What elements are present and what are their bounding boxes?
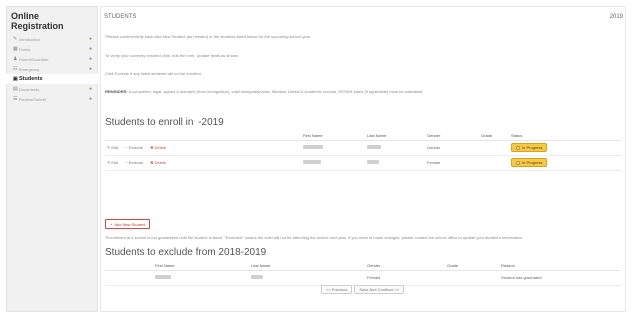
check-circle-icon: ● bbox=[88, 86, 92, 92]
gender-cell: Gender bbox=[425, 140, 479, 156]
previous-button[interactable]: << Previous bbox=[321, 285, 353, 294]
close-icon: ✖ bbox=[150, 145, 154, 150]
gender-cell: Female bbox=[365, 270, 445, 286]
sidebar-item-label: Parent/Guardian bbox=[19, 56, 49, 62]
redacted-last-name bbox=[367, 145, 381, 149]
check-circle-icon: ● bbox=[88, 66, 92, 72]
sidebar-item-forms[interactable]: ▦ Forms ● bbox=[7, 44, 97, 54]
instruction-line-2: To verify your currently enrolled child,… bbox=[105, 53, 240, 58]
sidebar-item-label: Documents bbox=[19, 86, 40, 92]
enrollment-note: *Enrollment at a school is not guarantee… bbox=[105, 235, 524, 240]
page-title: STUDENTS bbox=[104, 14, 137, 20]
grade-cell bbox=[479, 140, 509, 156]
close-icon: ✖ bbox=[150, 160, 154, 165]
reminder-label: REMINDER: bbox=[105, 89, 128, 94]
check-circle-icon: ● bbox=[88, 46, 92, 52]
sidebar-item-parent-guardian[interactable]: ♟ Parent/Guardian ● bbox=[7, 54, 97, 64]
minus-icon: − bbox=[125, 160, 128, 165]
sidebar-item-label: Students bbox=[19, 76, 43, 82]
sidebar-item-label: Review/Submit bbox=[19, 96, 46, 102]
column-header: First Name bbox=[153, 261, 249, 271]
column-header: Last Name bbox=[365, 131, 425, 141]
delete-button[interactable]: ✖ Delete bbox=[150, 145, 166, 150]
exclude-button[interactable]: − Exclude bbox=[125, 160, 143, 165]
redacted-first-name bbox=[303, 145, 323, 149]
sidebar-item-introduction[interactable]: ✎ Introduction ● bbox=[7, 34, 97, 44]
exclude-section-title: Students to exclude from 2018-2019 bbox=[105, 247, 267, 258]
sidebar-item-students[interactable]: ▣ Students bbox=[6, 74, 98, 84]
check-circle-icon: ● bbox=[88, 96, 92, 102]
exclude-table: First Name Last Name Gender Grade Reason… bbox=[105, 261, 621, 286]
page-header: STUDENTS 2019 bbox=[104, 14, 623, 20]
minus-icon: − bbox=[125, 145, 128, 150]
grade-cell bbox=[445, 270, 499, 286]
status-dot-icon bbox=[516, 160, 520, 165]
sidebar-item-label: Introduction bbox=[19, 36, 40, 42]
edit-button[interactable]: ✎ Edit bbox=[107, 160, 118, 165]
column-header: Gender bbox=[365, 261, 445, 271]
gender-cell: Female bbox=[425, 155, 479, 171]
add-new-student-button[interactable]: + Add New Student bbox=[105, 219, 151, 229]
table-row: ✎ Edit − Exclude ✖ Delete Female In Progres… bbox=[105, 155, 621, 171]
save-continue-button[interactable]: Save And Continue >> bbox=[354, 285, 405, 294]
redacted-last-name bbox=[367, 160, 379, 164]
enroll-section-title: Students to enroll in -2019 bbox=[105, 117, 224, 128]
main-panel: STUDENTS 2019 *Please confirm/verify eac… bbox=[100, 6, 626, 312]
table-header-row: First Name Last Name Gender Grade Status bbox=[105, 131, 621, 141]
check-circle-icon: ● bbox=[88, 36, 92, 42]
sidebar-item-label: Forms bbox=[19, 46, 31, 52]
enroll-title-year: -2019 bbox=[198, 117, 224, 128]
reason-cell: Student has graduated bbox=[499, 270, 621, 286]
column-header: Grade bbox=[479, 131, 509, 141]
delete-button[interactable]: ✖ Delete bbox=[150, 160, 166, 165]
column-header: Last Name bbox=[249, 261, 365, 271]
edit-button[interactable]: ✎ Edit bbox=[107, 145, 118, 150]
sidebar-item-emergency[interactable]: ☷ Emergency ● bbox=[7, 64, 97, 74]
redacted-last-name bbox=[251, 275, 263, 279]
pencil-icon: ✎ bbox=[107, 160, 111, 165]
exclude-button[interactable]: − Exclude bbox=[125, 145, 143, 150]
column-header: Grade bbox=[445, 261, 499, 271]
reminder-line: REMINDER: A completed, legal, signed & s… bbox=[105, 89, 423, 94]
check-circle-icon: ● bbox=[88, 56, 92, 62]
grade-cell bbox=[479, 155, 509, 171]
reminder-text: A completed, legal, signed & stamped (fr… bbox=[128, 89, 424, 94]
column-header bbox=[105, 131, 301, 141]
column-header: First Name bbox=[301, 131, 365, 141]
enroll-table: First Name Last Name Gender Grade Status… bbox=[105, 131, 621, 171]
table-row: Female Student has graduated bbox=[105, 270, 621, 286]
sidebar-title: Online Registration bbox=[11, 11, 64, 31]
column-header: Gender bbox=[425, 131, 479, 141]
status-dot-icon bbox=[516, 145, 520, 150]
redacted-first-name bbox=[303, 160, 321, 164]
plus-icon: + bbox=[110, 221, 113, 227]
sidebar-item-review-submit[interactable]: ☰ Review/Submit ● bbox=[7, 94, 97, 104]
enroll-title-text: Students to enroll in bbox=[105, 117, 194, 128]
pagination: << Previous Save And Continue >> bbox=[321, 285, 405, 294]
column-header: Reason bbox=[499, 261, 621, 271]
sidebar-item-documents[interactable]: ▤ Documents ● bbox=[7, 84, 97, 94]
table-row: ✎ Edit − Exclude ✖ Delete Gender In Progres… bbox=[105, 140, 621, 156]
instruction-line-3: Click Exclude if any listed students wil… bbox=[105, 71, 202, 76]
column-header: Status bbox=[509, 131, 621, 141]
redacted-first-name bbox=[155, 275, 171, 279]
status-badge: In Progress bbox=[511, 143, 548, 152]
table-header-row: First Name Last Name Gender Grade Reason bbox=[105, 261, 621, 271]
pencil-icon: ✎ bbox=[107, 145, 111, 150]
sidebar: Online Registration ✎ Introduction ● ▦ F… bbox=[6, 6, 98, 312]
sidebar-item-label: Emergency bbox=[19, 66, 40, 72]
header-year: 2019 bbox=[609, 14, 623, 20]
instruction-line-1: *Please confirm/verify each Add New Stud… bbox=[105, 34, 311, 39]
status-badge: In Progress bbox=[511, 158, 548, 167]
